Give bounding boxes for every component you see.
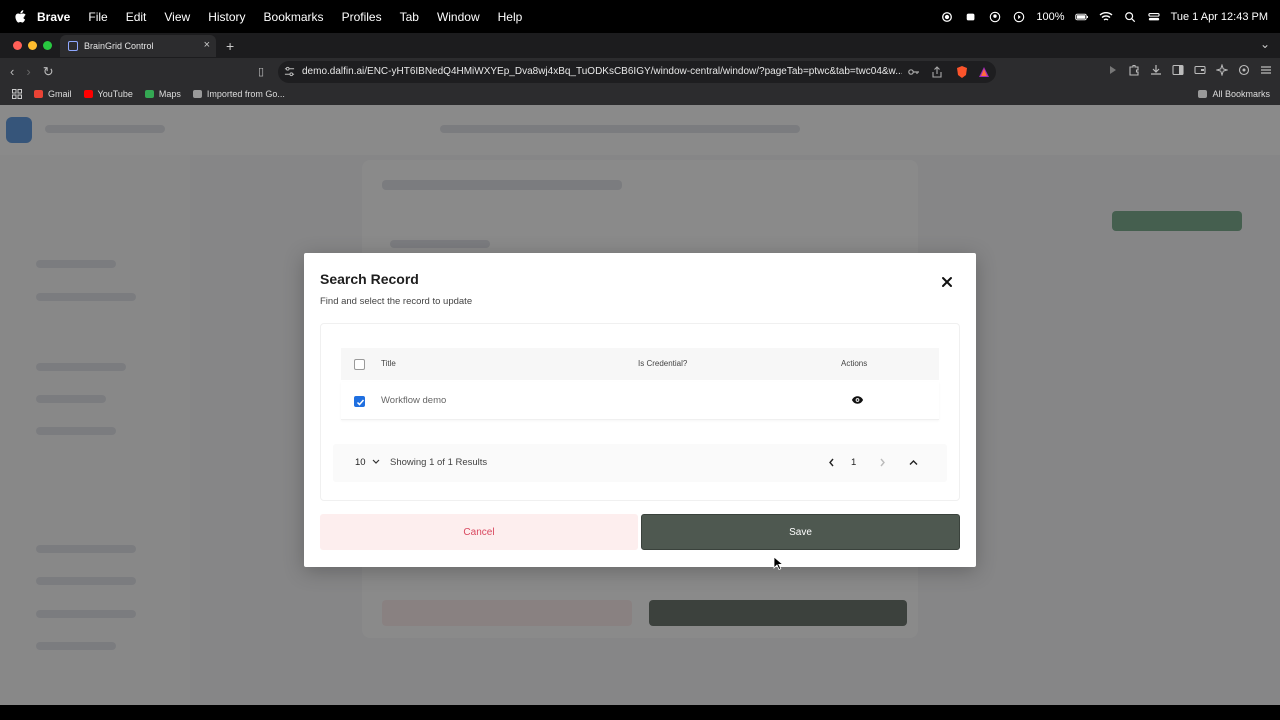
- datetime: Tue 1 Apr 12:43 PM: [1170, 10, 1268, 23]
- brave-shield-icon[interactable]: [956, 65, 968, 79]
- page-size-value: 10: [355, 456, 366, 468]
- vpn-icon[interactable]: [1238, 64, 1250, 76]
- browser-toolbar: ‹ › ↻ ▯ demo.dalfin.ai/ENC-yHT6IBNedQ4HM…: [0, 58, 1280, 86]
- select-all-checkbox[interactable]: [354, 359, 365, 370]
- search-record-dialog: Search Record Find and select the record…: [304, 253, 976, 567]
- battery-percent: 100%: [1036, 10, 1065, 23]
- bookmark-youtube[interactable]: YouTube: [83, 89, 133, 99]
- wallet-icon[interactable]: [1108, 64, 1118, 76]
- menu-bookmarks[interactable]: Bookmarks: [264, 10, 324, 24]
- table-header: Title Is Credential? Actions: [341, 348, 939, 380]
- bookmark-imported-folder[interactable]: Imported from Go...: [192, 89, 285, 99]
- youtube-icon: [83, 90, 93, 98]
- all-bookmarks[interactable]: All Bookmarks: [1198, 89, 1270, 99]
- wifi-icon[interactable]: [1099, 11, 1113, 23]
- toolbar-right-icons: [1108, 64, 1272, 76]
- new-tab-icon[interactable]: +: [226, 38, 234, 54]
- record-icon[interactable]: [940, 11, 954, 23]
- brave-rewards-icon[interactable]: [978, 66, 990, 78]
- save-button[interactable]: Save: [641, 514, 960, 550]
- mouse-cursor-icon: [773, 556, 783, 570]
- maps-icon: [144, 90, 154, 98]
- folder-icon: [1198, 90, 1208, 98]
- menu-file[interactable]: File: [88, 10, 107, 24]
- battery-icon[interactable]: [1074, 11, 1089, 23]
- view-eye-icon[interactable]: [851, 395, 864, 405]
- forward-icon[interactable]: ›: [26, 64, 30, 80]
- menu-help[interactable]: Help: [498, 10, 523, 24]
- menu-profiles[interactable]: Profiles: [342, 10, 382, 24]
- browser-tab-bar: BrainGrid Control × + ⌄: [0, 33, 1280, 58]
- dialog-subtitle: Find and select the record to update: [320, 296, 473, 307]
- menu-brave[interactable]: Brave: [37, 10, 70, 24]
- row-checkbox[interactable]: [354, 396, 365, 407]
- bookmark-maps[interactable]: Maps: [144, 89, 181, 99]
- apple-icon[interactable]: [14, 9, 27, 24]
- leo-ai-icon[interactable]: [1216, 64, 1228, 76]
- teams-icon[interactable]: [964, 11, 978, 23]
- zoom-window-button[interactable]: [43, 41, 52, 50]
- menu-history[interactable]: History: [208, 10, 245, 24]
- folder-icon: [192, 90, 202, 98]
- screen-bottom-edge: [0, 705, 1280, 720]
- chevron-left-icon: [828, 458, 834, 466]
- menu-view[interactable]: View: [164, 10, 190, 24]
- apps-grid-icon[interactable]: [12, 89, 22, 99]
- site-settings-icon[interactable]: [284, 66, 295, 77]
- chevron-right-icon: [879, 458, 885, 466]
- extensions-icon[interactable]: [1128, 64, 1140, 76]
- page-size-select[interactable]: 10: [343, 452, 385, 472]
- row-title: Workflow demo: [381, 395, 447, 406]
- search-icon[interactable]: [1123, 11, 1137, 23]
- current-page-number[interactable]: 1: [851, 457, 856, 468]
- sidebar-icon[interactable]: [1172, 64, 1184, 76]
- reload-icon[interactable]: ↻: [43, 64, 54, 80]
- results-summary: Showing 1 of 1 Results: [390, 457, 488, 468]
- user-circle-icon[interactable]: [988, 11, 1002, 23]
- pagination-bar: 10 Showing 1 of 1 Results 1: [333, 444, 947, 482]
- wallet-card-icon[interactable]: [1194, 64, 1206, 76]
- cancel-button[interactable]: Cancel: [320, 514, 638, 550]
- menu-tab[interactable]: Tab: [400, 10, 419, 24]
- column-header-title: Title: [381, 359, 396, 368]
- collapse-toggle-button[interactable]: [905, 454, 921, 470]
- dialog-title: Search Record: [320, 271, 419, 287]
- menu-hamburger-icon[interactable]: [1260, 64, 1272, 76]
- table-row[interactable]: Workflow demo: [341, 382, 939, 420]
- back-icon[interactable]: ‹: [10, 64, 14, 80]
- download-icon[interactable]: [1150, 64, 1162, 76]
- control-center-icon[interactable]: [1147, 11, 1161, 23]
- checkmark-icon: [356, 399, 365, 406]
- menu-edit[interactable]: Edit: [126, 10, 147, 24]
- previous-page-button[interactable]: [823, 454, 839, 470]
- close-icon[interactable]: [940, 275, 954, 289]
- menu-window[interactable]: Window: [437, 10, 480, 24]
- status-tray: 100% Tue 1 Apr 12:43 PM: [940, 0, 1268, 33]
- close-window-button[interactable]: [13, 41, 22, 50]
- tab-title: BrainGrid Control: [84, 41, 154, 51]
- password-key-icon[interactable]: [908, 67, 920, 77]
- bookmark-gmail[interactable]: Gmail: [34, 89, 72, 99]
- column-header-actions: Actions: [841, 359, 868, 368]
- play-circle-icon[interactable]: [1012, 11, 1026, 23]
- tab-favicon-icon: [68, 41, 78, 51]
- close-tab-icon[interactable]: ×: [204, 39, 210, 51]
- chevron-down-icon: [372, 459, 380, 464]
- chevron-up-icon: [909, 459, 917, 465]
- column-header-is-credential: Is Credential?: [638, 359, 688, 368]
- bookmark-page-icon[interactable]: ▯: [258, 65, 264, 78]
- next-page-button[interactable]: [874, 454, 890, 470]
- address-bar[interactable]: demo.dalfin.ai/ENC-yHT6IBNedQ4HMiWXYEp_D…: [278, 61, 996, 83]
- browser-tab-active[interactable]: BrainGrid Control ×: [60, 35, 216, 57]
- screen: Brave File Edit View History Bookmarks P…: [0, 0, 1280, 720]
- macos-menu-bar: Brave File Edit View History Bookmarks P…: [0, 0, 1280, 33]
- records-table-card: Title Is Credential? Actions Workflow de…: [320, 323, 960, 501]
- bookmarks-bar: Gmail YouTube Maps Imported from Go... A…: [0, 86, 1280, 105]
- share-icon[interactable]: [932, 66, 942, 78]
- tab-search-chevron-icon[interactable]: ⌄: [1260, 37, 1270, 51]
- url-text: demo.dalfin.ai/ENC-yHT6IBNedQ4HMiWXYEp_D…: [302, 66, 902, 77]
- window-controls: [13, 41, 52, 50]
- minimize-window-button[interactable]: [28, 41, 37, 50]
- gmail-icon: [34, 90, 43, 98]
